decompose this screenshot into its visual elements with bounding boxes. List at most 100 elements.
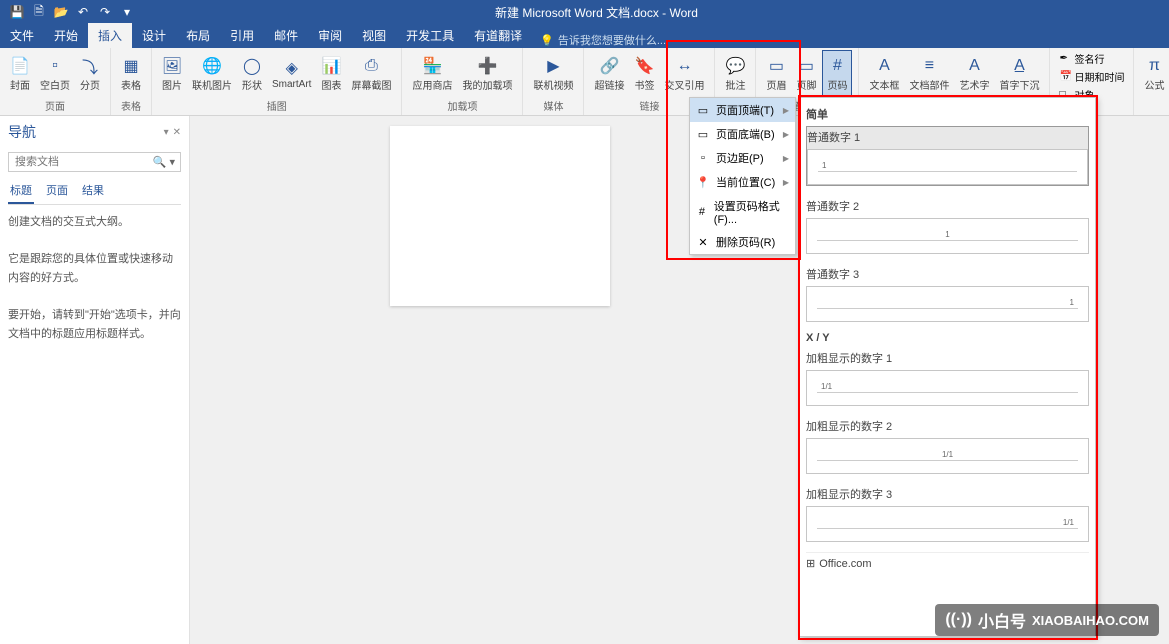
ribbon-icon: ⤵ xyxy=(80,56,100,76)
tell-me-label: 告诉我您想要做什么... xyxy=(558,32,666,48)
ribbon-icon: ➕ xyxy=(477,56,497,76)
menu-label: 设置页码格式(F)... xyxy=(714,198,789,226)
gallery-item[interactable]: 加粗显示的数字 11/1 xyxy=(806,348,1089,406)
ribbon-label: 日期和时间 xyxy=(1074,69,1124,84)
gallery-item[interactable]: 普通数字 11 xyxy=(806,126,1089,186)
ribbon-label: 文本框 xyxy=(869,77,899,92)
menu-icon: ▫ xyxy=(696,151,710,165)
pn-item-删除页码(R)[interactable]: ✕删除页码(R) xyxy=(690,230,795,254)
page-number-menu: ▭页面顶端(T)▶▭页面底端(B)▶▫页边距(P)▶📍当前位置(C)▶#设置页码… xyxy=(689,97,796,255)
gallery-footer[interactable]: ⊞Office.com xyxy=(806,552,1089,574)
ribbon-label: SmartArt xyxy=(272,79,311,90)
ribbon-label: 空白页 xyxy=(40,77,70,92)
menu-icon: 📍 xyxy=(696,175,710,189)
menu-icon: # xyxy=(696,205,708,219)
nav-tab-pages[interactable]: 页面 xyxy=(44,178,70,204)
tab-file[interactable]: 文件 xyxy=(0,23,44,48)
ribbon-SmartArt[interactable]: ◈SmartArt xyxy=(268,50,315,97)
ribbon-联机图片[interactable]: 🌐联机图片 xyxy=(188,50,236,97)
ribbon-联机视频[interactable]: ▶联机视频 xyxy=(529,50,577,97)
ribbon-label: 图表 xyxy=(321,77,341,92)
tab-references[interactable]: 引用 xyxy=(220,23,264,48)
ribbon-label: 形状 xyxy=(242,77,262,92)
new-icon[interactable]: 🗎 xyxy=(30,3,48,21)
tab-review[interactable]: 审阅 xyxy=(308,23,352,48)
ribbon-我的加载项[interactable]: ➕我的加载项 xyxy=(458,50,516,97)
gallery-item-title: 普通数字 3 xyxy=(806,264,1089,284)
pn-item-页面顶端(T)[interactable]: ▭页面顶端(T)▶ xyxy=(690,98,795,122)
nav-dropdown-icon[interactable]: ▾ xyxy=(164,127,169,138)
ribbon-交叉引用[interactable]: ↔交叉引用 xyxy=(660,50,708,97)
ribbon-签名行[interactable]: ✒签名行 xyxy=(1056,50,1127,67)
ribbon-日期和时间[interactable]: 📅日期和时间 xyxy=(1056,68,1127,85)
ribbon-icon: 🔖 xyxy=(634,56,654,76)
ribbon-封面[interactable]: 📄封面 xyxy=(6,50,34,97)
ribbon-分页[interactable]: ⤵分页 xyxy=(76,50,104,97)
lightbulb-icon: 💡 xyxy=(540,34,554,47)
ribbon-icon: A̲ xyxy=(1009,56,1029,76)
ribbon-icon: 🔗 xyxy=(599,56,619,76)
ribbon-图片[interactable]: 🖼图片 xyxy=(158,50,186,97)
gallery-preview: 1/1 xyxy=(806,370,1089,406)
ribbon-首字下沉[interactable]: A̲首字下沉 xyxy=(995,50,1043,97)
ribbon-label: 应用商店 xyxy=(412,77,452,92)
ribbon-空白页[interactable]: ▫空白页 xyxy=(36,50,74,97)
nav-tab-headings[interactable]: 标题 xyxy=(8,178,34,204)
ribbon-艺术字[interactable]: A艺术字 xyxy=(955,50,993,97)
menubar: 文件 开始 插入 设计 布局 引用 邮件 审阅 视图 开发工具 有道翻译 💡 告… xyxy=(0,24,1169,48)
tab-layout[interactable]: 布局 xyxy=(176,23,220,48)
ribbon-页脚[interactable]: ▭页脚 xyxy=(792,50,820,97)
ribbon-屏幕截图[interactable]: ⎙屏幕截图 xyxy=(347,50,395,97)
ribbon-页眉[interactable]: ▭页眉 xyxy=(762,50,790,97)
pn-item-当前位置(C)[interactable]: 📍当前位置(C)▶ xyxy=(690,170,795,194)
pn-item-页边距(P)[interactable]: ▫页边距(P)▶ xyxy=(690,146,795,170)
undo-icon[interactable]: ↶ xyxy=(74,3,92,21)
pn-item-设置页码格式(F)...[interactable]: # 设置页码格式(F)... xyxy=(690,194,795,230)
ribbon-形状[interactable]: ◯形状 xyxy=(238,50,266,97)
tab-developer[interactable]: 开发工具 xyxy=(396,23,464,48)
menu-icon: ▭ xyxy=(696,127,710,141)
ribbon-应用商店[interactable]: 🏪应用商店 xyxy=(408,50,456,97)
group-label: 表格 xyxy=(117,97,145,113)
save-icon[interactable]: 💾 xyxy=(8,3,26,21)
tab-insert[interactable]: 插入 xyxy=(88,23,132,48)
document-page[interactable] xyxy=(390,126,610,306)
gallery-preview: 1/1 xyxy=(806,506,1089,542)
open-icon[interactable]: 📂 xyxy=(52,3,70,21)
menu-label: 当前位置(C) xyxy=(716,174,775,190)
ribbon-表格[interactable]: ▦表格 xyxy=(117,50,145,97)
ribbon-页码[interactable]: #页码 xyxy=(822,50,852,97)
menu-label: 页边距(P) xyxy=(716,150,764,166)
ribbon-label: 屏幕截图 xyxy=(351,77,391,92)
nav-close-icon[interactable]: ✕ xyxy=(173,127,181,138)
pn-item-页面底端(B)[interactable]: ▭页面底端(B)▶ xyxy=(690,122,795,146)
nav-tab-results[interactable]: 结果 xyxy=(80,178,106,204)
ribbon-文本框[interactable]: A文本框 xyxy=(865,50,903,97)
ribbon-icon: A xyxy=(874,56,894,76)
tab-mailings[interactable]: 邮件 xyxy=(264,23,308,48)
ribbon-批注[interactable]: 💬批注 xyxy=(721,50,749,97)
ribbon-icon: 🌐 xyxy=(202,56,222,76)
ribbon-文档部件[interactable]: ≡文档部件 xyxy=(905,50,953,97)
gallery-item[interactable]: 普通数字 21 xyxy=(806,196,1089,254)
redo-icon[interactable]: ↷ xyxy=(96,3,114,21)
ribbon-label: 页眉 xyxy=(766,77,786,92)
gallery-item[interactable]: 加粗显示的数字 31/1 xyxy=(806,484,1089,542)
ribbon-label: 公式 xyxy=(1144,77,1164,92)
gallery-item[interactable]: 加粗显示的数字 21/1 xyxy=(806,416,1089,474)
ribbon-超链接[interactable]: 🔗超链接 xyxy=(590,50,628,97)
qat-more-icon[interactable]: ▾ xyxy=(118,3,136,21)
tab-home[interactable]: 开始 xyxy=(44,23,88,48)
gallery-item[interactable]: 普通数字 31 xyxy=(806,264,1089,322)
search-icon[interactable]: 🔍 ▾ xyxy=(153,156,175,169)
ribbon-icon: ▫ xyxy=(45,56,65,76)
tab-view[interactable]: 视图 xyxy=(352,23,396,48)
tab-youdao[interactable]: 有道翻译 xyxy=(464,23,532,48)
ribbon-公式[interactable]: π公式 xyxy=(1140,50,1168,97)
ribbon-书签[interactable]: 🔖书签 xyxy=(630,50,658,97)
gallery-preview: 1 xyxy=(806,218,1089,254)
ribbon-icon: ≡ xyxy=(919,56,939,76)
tell-me-search[interactable]: 💡 告诉我您想要做什么... xyxy=(532,32,674,48)
tab-design[interactable]: 设计 xyxy=(132,23,176,48)
ribbon-图表[interactable]: 📊图表 xyxy=(317,50,345,97)
